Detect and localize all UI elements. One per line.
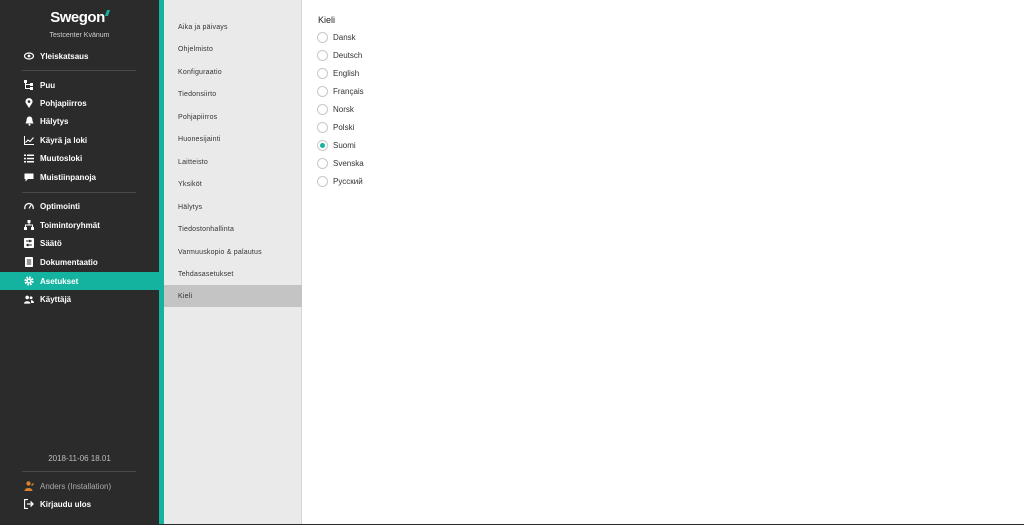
radio-button[interactable] [317,175,328,187]
sidebar-item-label: Muistiinpanoja [40,172,96,182]
language-label: Dansk [333,32,356,42]
submenu-item-tiedonsiirto[interactable]: Tiedonsiirto [164,83,302,105]
settings-submenu: Aika ja päivays Ohjelmisto Konfiguraatio… [164,0,302,525]
sidebar-item-muistiinpanoja[interactable]: Muistiinpanoja [0,168,159,186]
sidebar-divider [22,192,136,193]
radio-button[interactable] [317,103,328,115]
swegon-logo[interactable]: Swegon [0,9,159,26]
language-label: Français [333,86,364,96]
language-panel: Kieli Dansk Deutsch English Français Nor… [303,0,1024,525]
radio-button[interactable] [317,121,328,133]
radio-button[interactable] [317,157,328,169]
comment-icon [24,172,34,182]
sidebar-divider [22,70,136,71]
sidebar-item-label: Puu [40,80,56,90]
submenu-item-konfiguraatio[interactable]: Konfiguraatio [164,61,302,83]
sidebar-item-label: Käyrä ja loki [40,135,88,145]
submenu-item-halytys[interactable]: Hälytys [164,196,302,218]
language-label: Norsk [333,104,354,114]
user-icon [24,481,34,491]
sidebar-item-puu[interactable]: Puu [0,76,159,94]
submenu-item-varmuuskopio-palautus[interactable]: Varmuuskopio & palautus [164,241,302,263]
language-option-francais[interactable]: Français [317,84,364,98]
submenu-item-ohjelmisto[interactable]: Ohjelmisto [164,38,302,60]
sidebar: Swegon Testcenter Kvänum Yleiskatsaus Pu… [0,0,159,525]
radio-button[interactable] [317,85,328,97]
chart-line-icon [24,135,34,145]
sign-out-icon [24,499,34,509]
page-title: Kieli [318,15,336,25]
sidebar-item-label: Muutosloki [40,153,83,163]
tree-icon [24,80,34,90]
language-label: Deutsch [333,50,363,60]
sidebar-item-label: Toimintoryhmät [40,220,100,230]
sidebar-item-muutosloki[interactable]: Muutosloki [0,149,159,167]
language-label: Русский [333,176,363,186]
sidebar-item-label: Käyttäjä [40,294,72,304]
users-icon [24,294,34,304]
submenu-item-tehdasasetukset[interactable]: Tehdasasetukset [164,263,302,285]
submenu-item-laitteisto[interactable]: Laitteisto [164,151,302,173]
language-label: Suomi [333,140,356,150]
logout-button[interactable]: Kirjaudu ulos [0,495,159,513]
sidebar-item-toimintoryhmat[interactable]: Toimintoryhmät [0,216,159,234]
submenu-item-pohjapiirros[interactable]: Pohjapiirros [164,106,302,128]
sidebar-item-asetukset[interactable]: Asetukset [0,272,159,290]
language-label: Svenska [333,158,364,168]
current-datetime: 2018-11-06 18.01 [48,454,111,463]
sidebar-item-kayra-ja-loki[interactable]: Käyrä ja loki [0,131,159,149]
language-option-norsk[interactable]: Norsk [317,102,354,116]
sidebar-item-yleiskatsaus[interactable]: Yleiskatsaus [0,47,159,65]
site-name: Testcenter Kvänum [49,32,110,39]
language-label: English [333,68,360,78]
gauge-icon [24,201,34,211]
user-label: Anders (Installation) [40,481,112,491]
current-user[interactable]: Anders (Installation) [0,477,159,495]
sidebar-item-label: Pohjapiirros [40,98,87,108]
radio-button-selected[interactable] [317,139,328,151]
logout-label: Kirjaudu ulos [40,499,92,509]
submenu-item-aika-ja-paivays[interactable]: Aika ja päivays [164,16,302,38]
sidebar-divider [22,471,136,472]
sidebar-item-optimointi[interactable]: Optimointi [0,197,159,215]
document-icon [24,257,34,267]
bell-icon [24,116,34,126]
submenu-item-yksikot[interactable]: Yksiköt [164,173,302,195]
sidebar-item-label: Säätö [40,238,62,248]
eye-icon [24,51,34,61]
language-option-dansk[interactable]: Dansk [317,30,356,44]
sidebar-item-halytys[interactable]: Hälytys [0,112,159,130]
sidebar-item-dokumentaatio[interactable]: Dokumentaatio [0,253,159,271]
sidebar-item-label: Optimointi [40,201,80,211]
map-pin-icon [24,98,34,108]
submenu-item-huonesijainti[interactable]: Huonesijainti [164,128,302,150]
sidebar-item-label: Dokumentaatio [40,257,98,267]
language-option-suomi[interactable]: Suomi [317,138,356,152]
radio-button[interactable] [317,49,328,61]
sitemap-icon [24,220,34,230]
gear-icon [24,276,34,286]
submenu-item-tiedostonhallinta[interactable]: Tiedostonhallinta [164,218,302,240]
sidebar-item-kayttaja[interactable]: Käyttäjä [0,290,159,308]
language-option-russian[interactable]: Русский [317,174,363,188]
radio-button[interactable] [317,67,328,79]
sidebar-item-label: Asetukset [40,276,79,286]
sliders-icon [24,238,34,248]
language-option-polski[interactable]: Polski [317,120,354,134]
radio-button[interactable] [317,31,328,43]
submenu-item-kieli[interactable]: Kieli [164,285,302,307]
language-option-english[interactable]: English [317,66,359,80]
list-icon [24,153,34,163]
sidebar-item-label: Yleiskatsaus [40,51,89,61]
language-option-svenska[interactable]: Svenska [317,156,364,170]
language-option-deutsch[interactable]: Deutsch [317,48,362,62]
sidebar-item-pohjapiirros[interactable]: Pohjapiirros [0,94,159,112]
language-label: Polski [333,122,355,132]
sidebar-item-saato[interactable]: Säätö [0,234,159,252]
sidebar-item-label: Hälytys [40,116,69,126]
